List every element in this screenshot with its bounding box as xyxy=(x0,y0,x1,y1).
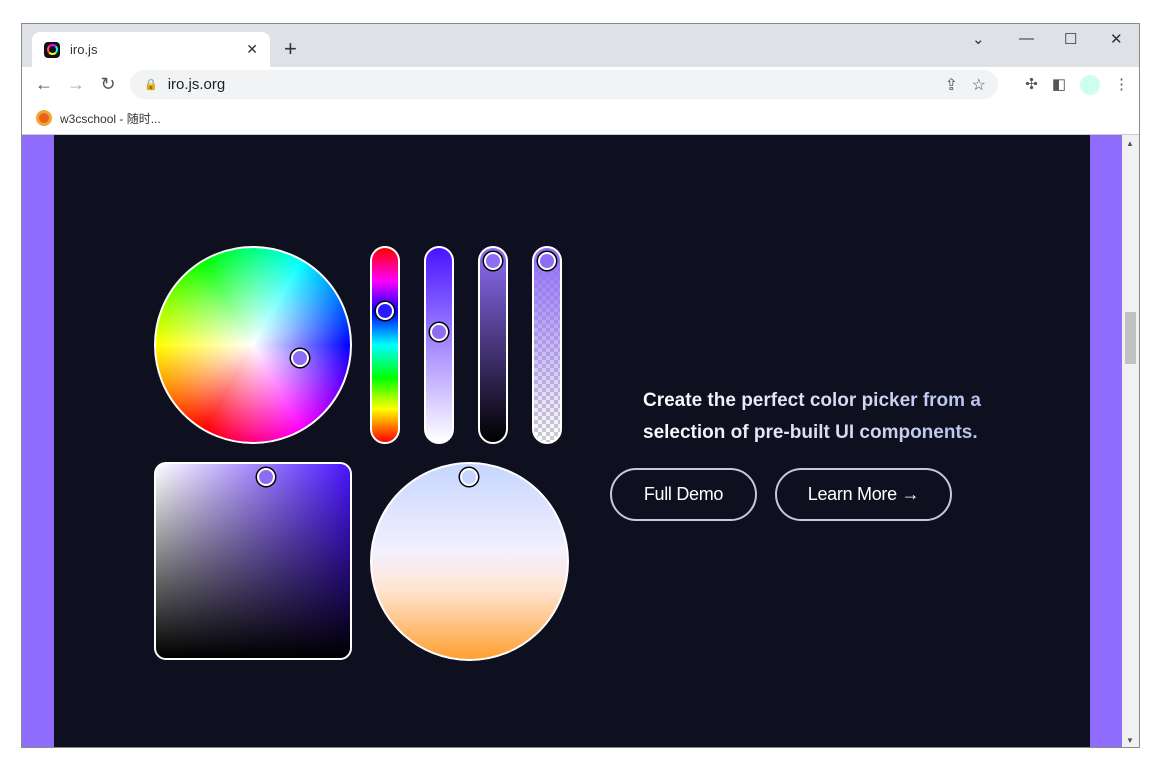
alpha-slider[interactable] xyxy=(532,246,562,444)
page-content: Create the perfect color picker from a s… xyxy=(22,135,1122,747)
close-tab-icon[interactable]: ✕ xyxy=(246,41,258,58)
value-slider-handle[interactable] xyxy=(484,252,502,270)
full-demo-button[interactable]: Full Demo xyxy=(610,468,757,521)
value-slider[interactable] xyxy=(478,246,508,444)
hue-slider-handle[interactable] xyxy=(376,302,394,320)
saturation-slider[interactable] xyxy=(424,246,454,444)
kelvin-wheel[interactable] xyxy=(370,462,569,661)
lock-icon: 🔒 xyxy=(144,79,158,91)
address-bar[interactable]: 🔒 iro.js.org ⇪ ☆ xyxy=(130,70,998,99)
back-icon[interactable]: ← xyxy=(28,74,60,95)
saturation-value-box[interactable] xyxy=(154,462,352,660)
tab-search-chevron-icon[interactable]: ⌄ xyxy=(972,30,985,48)
bookmark-w3cschool[interactable]: w3cschool - 随时... xyxy=(60,110,161,127)
kelvin-handle[interactable] xyxy=(460,468,478,486)
reload-icon[interactable]: ↻ xyxy=(92,74,124,95)
bookmark-star-icon[interactable]: ☆ xyxy=(972,75,986,95)
extensions-icon[interactable]: ✣ xyxy=(1025,75,1038,95)
scroll-down-icon[interactable]: ▼ xyxy=(1126,736,1134,745)
iro-favicon-icon xyxy=(44,41,60,58)
url-text[interactable]: iro.js.org xyxy=(168,76,226,93)
tab-iro[interactable]: iro.js ✕ xyxy=(32,32,270,67)
forward-icon[interactable]: → xyxy=(60,74,92,95)
maximize-icon[interactable]: ☐ xyxy=(1064,30,1077,48)
alpha-slider-handle[interactable] xyxy=(538,252,556,270)
saturation-slider-handle[interactable] xyxy=(430,323,448,341)
close-window-icon[interactable]: ✕ xyxy=(1110,30,1123,48)
browser-window: iro.js ✕ + ⌄ — ☐ ✕ ← → ↻ 🔒 iro.js.org ⇪ … xyxy=(21,23,1140,748)
w3cschool-icon xyxy=(36,110,52,126)
box-handle[interactable] xyxy=(257,468,275,486)
learn-more-button[interactable]: Learn More → xyxy=(775,468,952,521)
menu-icon[interactable]: ⋮ xyxy=(1114,75,1129,95)
hue-slider[interactable] xyxy=(370,246,400,444)
new-tab-button[interactable]: + xyxy=(284,36,297,62)
scroll-up-icon[interactable]: ▲ xyxy=(1126,139,1134,148)
hero-headline: Create the perfect color picker from a s… xyxy=(643,385,1043,449)
side-panel-icon[interactable]: ◧ xyxy=(1052,75,1066,95)
color-wheel[interactable] xyxy=(154,246,352,444)
minimize-icon[interactable]: — xyxy=(1019,30,1034,47)
share-icon[interactable]: ⇪ xyxy=(945,75,958,95)
tab-title: iro.js xyxy=(70,42,98,57)
toolbar: ← → ↻ 🔒 iro.js.org ⇪ ☆ ✣ ◧ ⋮ xyxy=(22,67,1139,102)
hero-section: Create the perfect color picker from a s… xyxy=(54,135,1090,747)
tab-bar: iro.js ✕ + ⌄ — ☐ ✕ xyxy=(22,24,1139,67)
avatar[interactable] xyxy=(1080,75,1100,95)
scrollbar-thumb[interactable] xyxy=(1125,312,1136,364)
scrollbar[interactable]: ▲ ▼ xyxy=(1122,135,1139,747)
bookmarks-bar: w3cschool - 随时... xyxy=(22,102,1139,135)
wheel-handle[interactable] xyxy=(291,349,309,367)
